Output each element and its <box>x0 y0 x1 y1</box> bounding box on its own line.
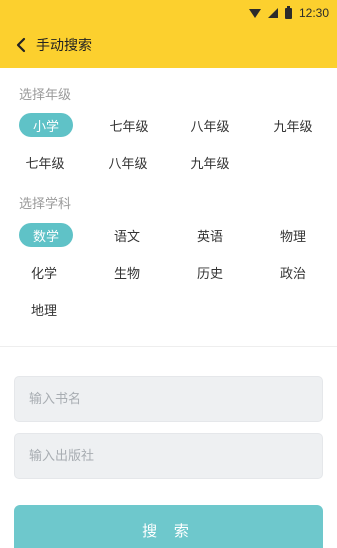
subject-option[interactable]: 语文 <box>112 223 142 247</box>
battery-icon <box>284 5 292 19</box>
grade-section-label: 选择年级 <box>19 88 72 103</box>
grade-option[interactable]: 八年级 <box>189 113 231 137</box>
grade-chip[interactable]: 八年级 <box>107 150 149 174</box>
section-divider <box>0 346 337 347</box>
book-name-input[interactable] <box>14 376 323 422</box>
grade-option[interactable]: 九年级 <box>272 113 314 137</box>
app-bar: 12:30 手动搜索 <box>0 0 337 68</box>
search-button[interactable]: 搜 索 <box>14 505 323 548</box>
grade-chip[interactable]: 八年级 <box>189 113 231 137</box>
status-time: 12:30 <box>298 6 329 20</box>
subject-option[interactable]: 物理 <box>278 223 308 247</box>
subject-chip[interactable]: 语文 <box>112 223 142 247</box>
subject-chip[interactable]: 英语 <box>195 223 225 247</box>
grade-option[interactable]: 七年级 <box>108 113 150 137</box>
subject-option[interactable]: 化学 <box>29 260 59 284</box>
page-title: 手动搜索 <box>36 38 92 54</box>
subject-option[interactable]: 英语 <box>195 223 225 247</box>
subject-chip[interactable]: 历史 <box>195 260 225 284</box>
subject-chip[interactable]: 地理 <box>29 297 59 321</box>
grade-chip[interactable]: 七年级 <box>24 150 66 174</box>
grade-chip[interactable]: 小学 <box>19 113 74 137</box>
wifi-icon <box>248 8 261 18</box>
grade-option-selected[interactable]: 小学 <box>19 113 74 137</box>
subject-chip[interactable]: 化学 <box>29 260 59 284</box>
subject-option[interactable]: 地理 <box>29 297 59 321</box>
grade-option[interactable]: 七年级 <box>24 150 66 174</box>
subject-chip[interactable]: 数学 <box>19 223 74 247</box>
subject-option[interactable]: 历史 <box>195 260 225 284</box>
status-bar: 12:30 <box>248 4 329 22</box>
subject-chip[interactable]: 生物 <box>112 260 142 284</box>
subject-section-label: 选择学科 <box>19 197 72 212</box>
grade-option[interactable]: 九年级 <box>189 150 231 174</box>
publisher-input[interactable] <box>14 433 323 479</box>
grade-chip[interactable]: 七年级 <box>108 113 150 137</box>
grade-chip[interactable]: 九年级 <box>272 113 314 137</box>
subject-option[interactable]: 政治 <box>278 260 308 284</box>
title-bar: 手动搜索 <box>0 30 92 60</box>
signal-icon <box>267 8 278 18</box>
subject-option-selected[interactable]: 数学 <box>19 223 74 247</box>
grade-chip[interactable]: 九年级 <box>189 150 231 174</box>
chevron-left-icon[interactable] <box>6 30 36 60</box>
grade-option[interactable]: 八年级 <box>107 150 149 174</box>
subject-chip[interactable]: 政治 <box>278 260 308 284</box>
subject-option[interactable]: 生物 <box>112 260 142 284</box>
subject-chip[interactable]: 物理 <box>278 223 308 247</box>
